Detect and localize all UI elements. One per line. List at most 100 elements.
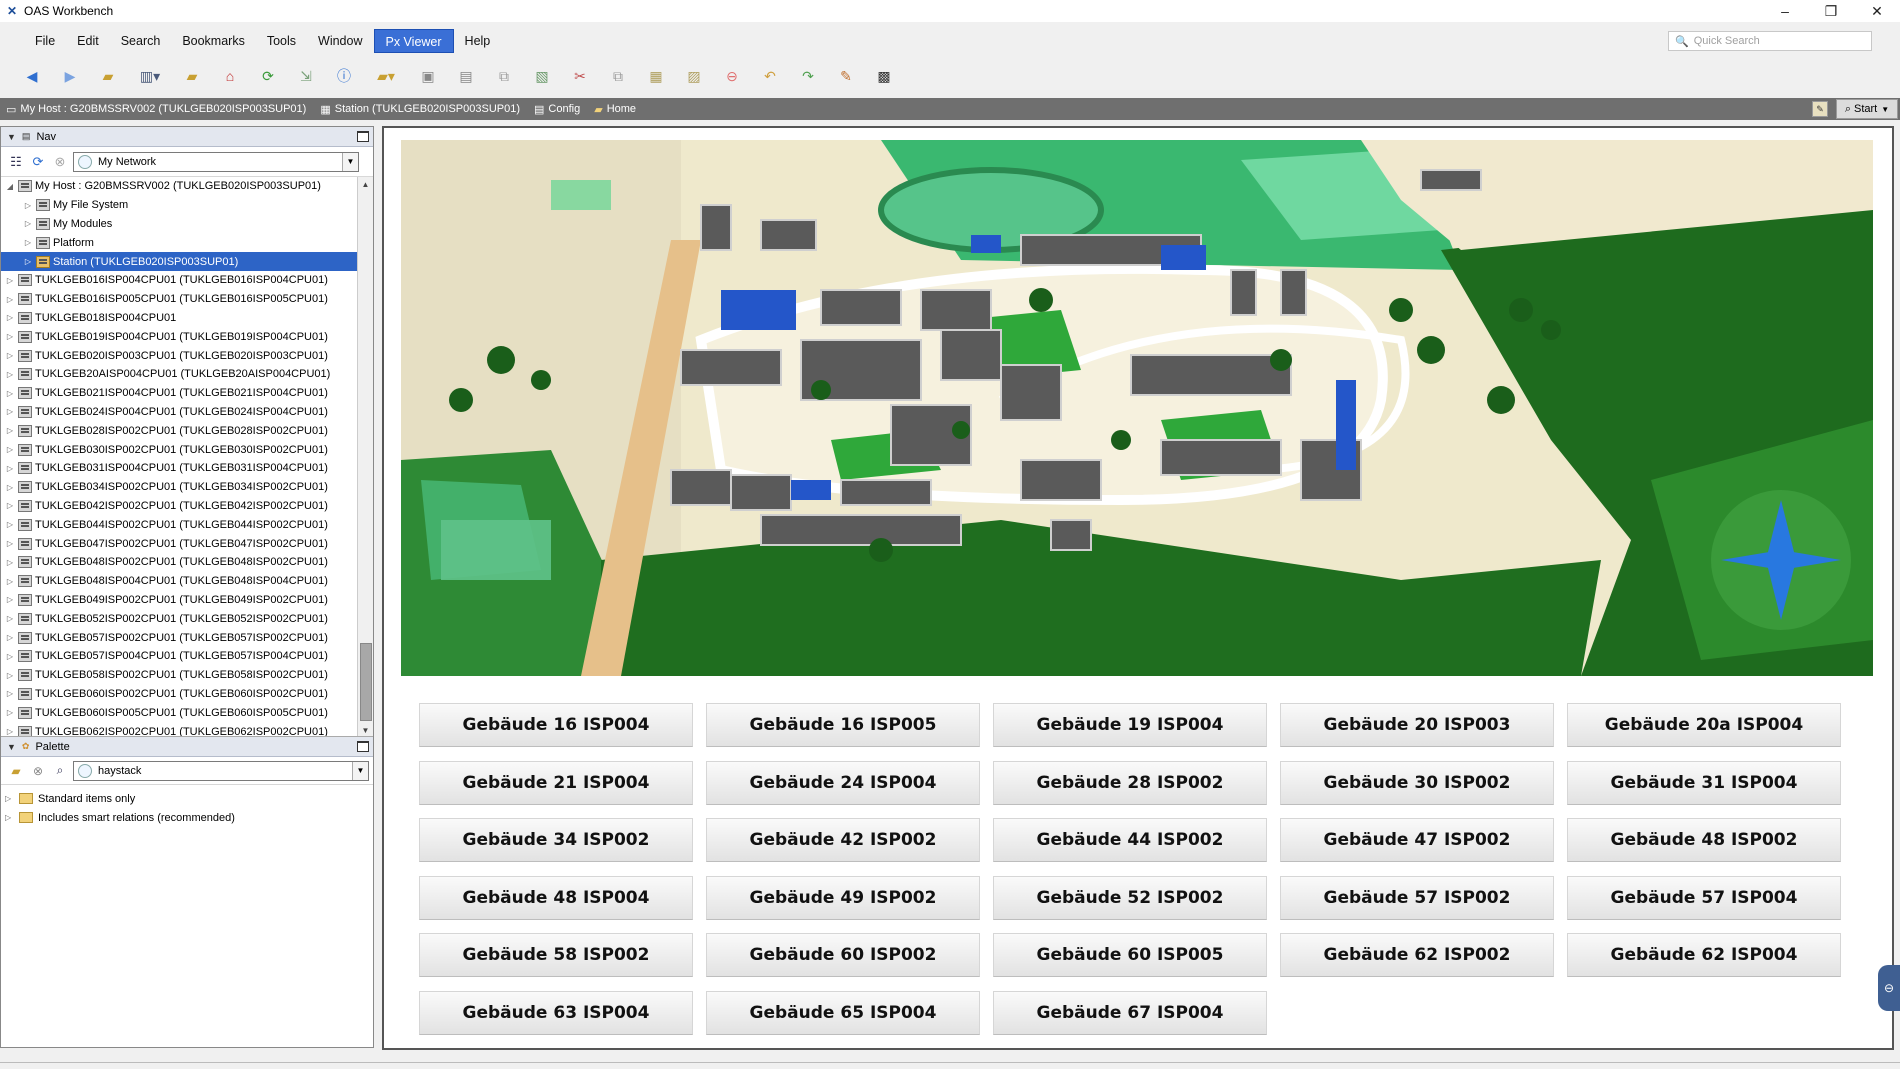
expand-icon[interactable]: ▷	[5, 407, 15, 416]
building-button[interactable]: Gebäude 52 ISP002	[993, 875, 1267, 920]
building-button[interactable]: Gebäude 62 ISP004	[1567, 933, 1841, 977]
nav-tree-item[interactable]: ▷ Station (TUKLGEB020ISP003SUP01)	[1, 252, 373, 271]
building-button[interactable]: Gebäude 48 ISP004	[419, 875, 693, 920]
breadcrumb-config[interactable]: ▤ Config	[528, 98, 588, 120]
expand-icon[interactable]: ▷	[5, 313, 15, 322]
paste-icon[interactable]: ▦	[646, 66, 666, 86]
close-icon[interactable]: ✕	[1854, 0, 1900, 22]
expand-icon[interactable]: ▷	[5, 520, 15, 529]
building-button[interactable]: Gebäude 42 ISP002	[706, 818, 980, 862]
menu-file[interactable]: File	[24, 29, 66, 53]
open-dropdown-icon[interactable]: ▰▾	[372, 66, 400, 86]
building-button[interactable]: Gebäude 57 ISP002	[1280, 875, 1554, 920]
chevron-down-icon[interactable]: ▼	[352, 761, 368, 780]
building-button[interactable]: Gebäude 20a ISP004	[1567, 703, 1841, 747]
building-button[interactable]: Gebäude 30 ISP002	[1280, 760, 1554, 805]
menu-window[interactable]: Window	[307, 29, 373, 53]
nav-tree-item[interactable]: ◢ My Host : G20BMSSRV002 (TUKLGEB020ISP00…	[1, 177, 373, 196]
nav-tree-item[interactable]: ▷ TUKLGEB049ISP002CPU01 (TUKLGEB049ISP002…	[1, 591, 373, 610]
nav-tree-item[interactable]: ▷ TUKLGEB031ISP004CPU01 (TUKLGEB031ISP004…	[1, 459, 373, 478]
expand-icon[interactable]: ▷	[5, 464, 15, 473]
expand-icon[interactable]: ▷	[5, 389, 15, 398]
nav-tree-item[interactable]: ▷ TUKLGEB048ISP002CPU01 (TUKLGEB048ISP002…	[1, 553, 373, 572]
palette-item[interactable]: ▷ Includes smart relations (recommended)	[1, 808, 373, 827]
collapse-icon[interactable]: ▼	[7, 132, 16, 142]
expand-icon[interactable]: ▷	[5, 595, 15, 604]
building-button[interactable]: Gebäude 44 ISP002	[993, 818, 1267, 862]
nav-tree-item[interactable]: ▷ Platform	[1, 233, 373, 252]
expand-icon[interactable]: ▷	[23, 238, 33, 247]
tree-options-icon[interactable]: ☷	[7, 153, 25, 171]
expand-icon[interactable]: ▷	[5, 295, 15, 304]
scroll-thumb[interactable]	[360, 643, 372, 721]
building-button[interactable]: Gebäude 62 ISP002	[1280, 933, 1554, 977]
expand-icon[interactable]: ▷	[5, 633, 15, 642]
nav-tree-item[interactable]: ▷ TUKLGEB034ISP002CPU01 (TUKLGEB034ISP002…	[1, 478, 373, 497]
maximize-icon[interactable]	[357, 131, 369, 142]
copy-icon[interactable]: ⧉	[608, 66, 628, 86]
nav-tree-item[interactable]: ▷ TUKLGEB060ISP005CPU01 (TUKLGEB060ISP005…	[1, 703, 373, 722]
nav-tree-item[interactable]: ▷ TUKLGEB030ISP002CPU01 (TUKLGEB030ISP002…	[1, 440, 373, 459]
expand-icon[interactable]: ▷	[5, 813, 15, 822]
building-button[interactable]: Gebäude 60 ISP002	[706, 933, 980, 977]
export-icon[interactable]: ⇲	[296, 66, 316, 86]
collapse-icon[interactable]: ◢	[5, 182, 15, 191]
delete-icon[interactable]: ⊖	[722, 66, 742, 86]
save-all-icon[interactable]: ▤	[456, 66, 476, 86]
nav-tree-item[interactable]: ▷ TUKLGEB028ISP002CPU01 (TUKLGEB028ISP002…	[1, 421, 373, 440]
scroll-down-icon[interactable]: ▼	[358, 723, 373, 736]
nav-tree-item[interactable]: ▷ TUKLGEB060ISP002CPU01 (TUKLGEB060ISP002…	[1, 685, 373, 704]
save-icon[interactable]: ▣	[418, 66, 438, 86]
cut-icon[interactable]: ✂	[570, 66, 590, 86]
building-button[interactable]: Gebäude 20 ISP003	[1280, 703, 1554, 747]
building-button[interactable]: Gebäude 28 ISP002	[993, 760, 1267, 805]
expand-icon[interactable]: ▷	[5, 671, 15, 680]
expand-icon[interactable]: ▷	[5, 794, 15, 803]
open-folder-icon[interactable]: ▰	[98, 66, 118, 86]
nav-tree-item[interactable]: ▷ TUKLGEB057ISP002CPU01 (TUKLGEB057ISP002…	[1, 628, 373, 647]
building-button[interactable]: Gebäude 48 ISP002	[1567, 818, 1841, 862]
nav-scrollbar[interactable]: ▲ ▼	[357, 177, 373, 736]
nav-tree-item[interactable]: ▷ TUKLGEB047ISP002CPU01 (TUKLGEB047ISP002…	[1, 534, 373, 553]
nav-tree-item[interactable]: ▷ TUKLGEB019ISP004CPU01 (TUKLGEB019ISP004…	[1, 327, 373, 346]
expand-icon[interactable]: ▷	[5, 501, 15, 510]
copy-file-icon[interactable]: ⧉	[494, 66, 514, 86]
snapshot-icon[interactable]: ▩	[874, 66, 894, 86]
close-circle-icon[interactable]: ⊗	[51, 153, 69, 171]
expand-icon[interactable]: ▷	[23, 201, 33, 210]
nav-tree-item[interactable]: ▷ TUKLGEB20AISP004CPU01 (TUKLGEB20AISP004…	[1, 365, 373, 384]
breadcrumb-station[interactable]: ▦ Station (TUKLGEB020ISP003SUP01)	[314, 98, 528, 120]
refresh-icon[interactable]: ⟳	[258, 66, 278, 86]
minimize-icon[interactable]: –	[1762, 0, 1808, 22]
nav-tree-item[interactable]: ▷ My Modules	[1, 215, 373, 234]
start-button[interactable]: ⌕ Start ▼	[1836, 99, 1898, 119]
nav-tree-item[interactable]: ▷ TUKLGEB052ISP002CPU01 (TUKLGEB052ISP002…	[1, 609, 373, 628]
nav-tree-item[interactable]: ▷ TUKLGEB058ISP002CPU01 (TUKLGEB058ISP002…	[1, 666, 373, 685]
chevron-down-icon[interactable]: ▼	[342, 152, 358, 171]
info-icon[interactable]: ⓘ	[334, 66, 354, 86]
building-button[interactable]: Gebäude 21 ISP004	[419, 760, 693, 805]
close-circle-icon[interactable]: ⊗	[29, 762, 47, 780]
expand-icon[interactable]: ▷	[5, 689, 15, 698]
edit-view-icon[interactable]: ✎	[1812, 101, 1828, 117]
nav-tree-item[interactable]: ▷ TUKLGEB042ISP002CPU01 (TUKLGEB042ISP002…	[1, 497, 373, 516]
building-button[interactable]: Gebäude 63 ISP004	[419, 990, 693, 1035]
expand-icon[interactable]: ▷	[5, 483, 15, 492]
back-icon[interactable]: ◀	[22, 66, 42, 86]
sidebar-toggle-icon[interactable]: ▥▾	[136, 66, 164, 86]
forward-icon[interactable]: ▶	[60, 66, 80, 86]
palette-search-select[interactable]: haystack ▼	[73, 760, 369, 781]
nav-tree-item[interactable]: ▷ TUKLGEB062ISP002CPU01 (TUKLGEB062ISP002…	[1, 722, 373, 736]
palette-item[interactable]: ▷ Standard items only	[1, 789, 373, 808]
open-folder-icon[interactable]: ▰	[7, 762, 25, 780]
nav-tree-item[interactable]: ▷ TUKLGEB057ISP004CPU01 (TUKLGEB057ISP004…	[1, 647, 373, 666]
side-drawer-handle[interactable]: ⊖	[1878, 965, 1900, 1011]
building-button[interactable]: Gebäude 34 ISP002	[419, 818, 693, 862]
expand-icon[interactable]: ▷	[5, 332, 15, 341]
expand-icon[interactable]: ▷	[5, 539, 15, 548]
undo-icon[interactable]: ↶	[760, 66, 780, 86]
breadcrumb-home[interactable]: ▰ Home	[588, 98, 644, 120]
nav-tree-item[interactable]: ▷ TUKLGEB021ISP004CPU01 (TUKLGEB021ISP004…	[1, 384, 373, 403]
expand-icon[interactable]: ▷	[5, 276, 15, 285]
expand-icon[interactable]: ▷	[5, 426, 15, 435]
